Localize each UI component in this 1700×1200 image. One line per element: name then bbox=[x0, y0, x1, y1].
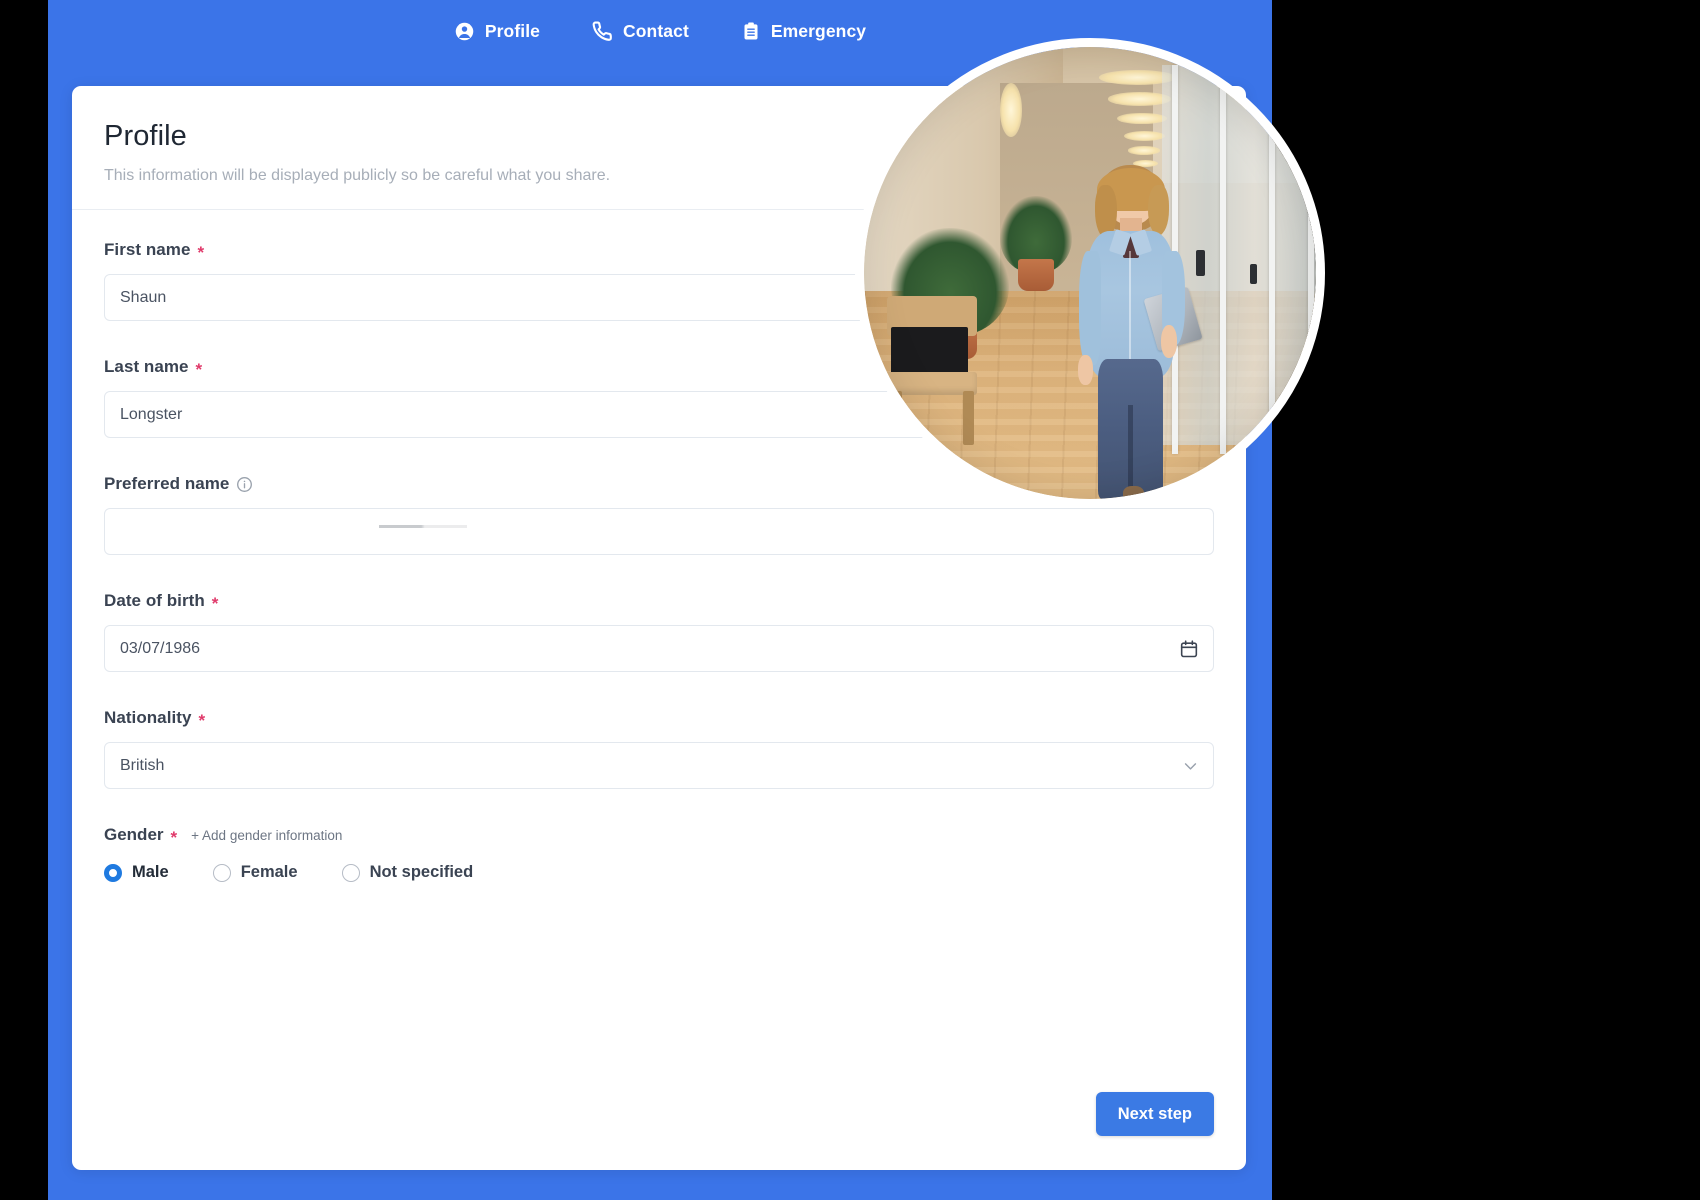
ceiling-light bbox=[1128, 146, 1161, 155]
nav-label-profile: Profile bbox=[484, 20, 541, 41]
calendar-icon[interactable] bbox=[1179, 639, 1199, 659]
office-corridor-scene bbox=[864, 47, 1316, 499]
nav-item-contact[interactable]: Contact bbox=[592, 21, 689, 42]
label-gender: Gender * bbox=[104, 825, 178, 847]
chair-leg bbox=[963, 390, 975, 445]
hand-left bbox=[1077, 355, 1093, 386]
chevron-down-icon[interactable] bbox=[1182, 757, 1199, 774]
shirt-placket bbox=[1129, 251, 1132, 372]
label-nationality: Nationality * bbox=[104, 708, 1214, 730]
nav-item-profile[interactable]: Profile bbox=[454, 21, 540, 42]
gender-option-not-specified[interactable]: Not specified bbox=[341, 863, 474, 882]
window-mullion bbox=[1219, 65, 1226, 454]
chair-blanket bbox=[891, 327, 968, 377]
label-date-of-birth: Date of birth * bbox=[104, 591, 1214, 613]
gender-option-not-specified-label: Not specified bbox=[369, 863, 474, 881]
label-first-name-text: First name bbox=[104, 240, 191, 259]
profile-photo-image bbox=[864, 47, 1316, 499]
first-name-value: Shaun bbox=[120, 288, 167, 306]
window-mullion bbox=[1307, 65, 1314, 454]
add-gender-information-link[interactable]: + Add gender information bbox=[191, 828, 342, 843]
nav-label-emergency: Emergency bbox=[770, 20, 867, 41]
hand-right bbox=[1160, 325, 1177, 359]
ceiling-light bbox=[1123, 130, 1165, 141]
render-artifact bbox=[379, 525, 467, 528]
hair-side-right bbox=[1148, 184, 1169, 235]
radio-indicator[interactable] bbox=[212, 863, 231, 882]
nav-item-emergency[interactable]: Emergency bbox=[741, 21, 866, 42]
date-of-birth-value: 03/07/1986 bbox=[120, 639, 201, 657]
gender-option-female-label: Female bbox=[240, 863, 298, 881]
user-circle-icon bbox=[454, 21, 475, 42]
field-nationality: Nationality * British bbox=[104, 708, 1214, 789]
field-date-of-birth: Date of birth * 03/07/1986 bbox=[104, 591, 1214, 672]
person-figure bbox=[1063, 164, 1203, 499]
plant-pot bbox=[1017, 259, 1054, 292]
leg-separation bbox=[1127, 405, 1134, 499]
gender-radio-group: Male Female Not specified bbox=[104, 863, 1214, 882]
nav-label-contact: Contact bbox=[623, 20, 689, 41]
gender-header: Gender * + Add gender information bbox=[104, 825, 1214, 847]
label-last-name-text: Last name bbox=[104, 357, 189, 376]
nationality-select[interactable]: British bbox=[104, 742, 1214, 789]
profile-photo-circle bbox=[855, 38, 1325, 508]
label-nationality-text: Nationality bbox=[104, 708, 192, 727]
date-of-birth-input[interactable]: 03/07/1986 bbox=[104, 625, 1214, 672]
phone-icon bbox=[592, 21, 613, 42]
gender-option-male-label: Male bbox=[132, 863, 169, 881]
next-step-button[interactable]: Next step bbox=[1095, 1092, 1214, 1136]
hair-side-left bbox=[1095, 184, 1118, 239]
preferred-name-input[interactable] bbox=[104, 508, 1214, 555]
arm-left bbox=[1079, 251, 1101, 366]
chair-leg bbox=[891, 390, 902, 445]
radio-indicator[interactable] bbox=[341, 863, 360, 882]
gender-option-female[interactable]: Female bbox=[212, 863, 298, 882]
label-gender-text: Gender bbox=[104, 825, 164, 844]
label-date-of-birth-text: Date of birth bbox=[104, 591, 205, 610]
required-asterisk: * bbox=[211, 593, 219, 613]
shoe bbox=[1122, 485, 1145, 499]
radio-indicator[interactable] bbox=[104, 863, 122, 882]
required-asterisk: * bbox=[198, 710, 206, 730]
last-name-value: Longster bbox=[120, 405, 183, 423]
ceiling-light bbox=[1117, 112, 1167, 125]
door-handle bbox=[1250, 263, 1258, 284]
required-asterisk: * bbox=[195, 359, 203, 379]
clipboard-icon bbox=[741, 21, 761, 42]
info-circle-icon[interactable] bbox=[236, 476, 253, 493]
window-mullion bbox=[1269, 65, 1276, 454]
label-preferred-name-text: Preferred name bbox=[104, 474, 230, 493]
required-asterisk: * bbox=[170, 827, 178, 847]
card-footer: Next step bbox=[1095, 1092, 1214, 1136]
required-asterisk: * bbox=[197, 242, 205, 262]
field-gender: Gender * + Add gender information Male F… bbox=[104, 825, 1214, 882]
gender-option-male[interactable]: Male bbox=[104, 863, 169, 882]
screenshot-stage: Profile Contact Emergency Profile This i… bbox=[0, 0, 1700, 1200]
nationality-value: British bbox=[120, 756, 165, 774]
